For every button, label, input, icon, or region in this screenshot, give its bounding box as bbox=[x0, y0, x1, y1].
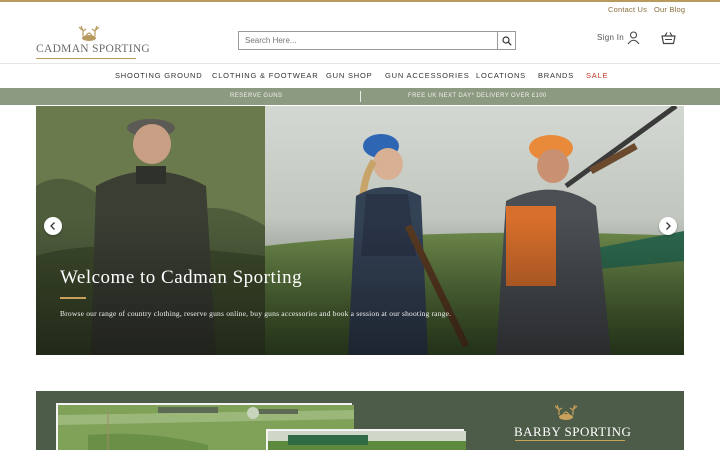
search-icon bbox=[502, 36, 512, 46]
stag-logo-icon bbox=[78, 25, 100, 41]
slider-next-button[interactable] bbox=[659, 217, 677, 235]
site-header: CADMAN SPORTING Sign In bbox=[0, 17, 720, 64]
nav-item-clothing-footwear[interactable]: CLOTHING & FOOTWEAR bbox=[212, 71, 318, 80]
slider-prev-button[interactable] bbox=[44, 217, 62, 235]
promo-reserve-guns[interactable]: RESERVE GUNS bbox=[230, 93, 282, 99]
nav-item-gun-accessories[interactable]: GUN ACCESSORIES bbox=[385, 71, 470, 80]
contact-us-link[interactable]: Contact Us bbox=[608, 5, 647, 14]
nav-item-brands[interactable]: BRANDS bbox=[538, 71, 574, 80]
barby-sporting-underline bbox=[515, 440, 625, 441]
barby-sporting-text: BARBY SPORTING bbox=[514, 424, 632, 439]
chevron-right-icon bbox=[666, 222, 671, 230]
promo-delivery: FREE UK NEXT DAY* DELIVERY OVER £100 bbox=[408, 93, 547, 99]
promo-bar: RESERVE GUNS FREE UK NEXT DAY* DELIVERY … bbox=[0, 88, 720, 105]
chevron-left-icon bbox=[50, 222, 55, 230]
hero-title-underline bbox=[60, 297, 86, 299]
our-blog-link[interactable]: Our Blog bbox=[654, 5, 685, 14]
search-button[interactable] bbox=[497, 31, 516, 50]
ground-photo bbox=[266, 429, 466, 450]
hero-title: Welcome to Cadman Sporting bbox=[60, 267, 303, 288]
user-icon[interactable] bbox=[627, 31, 640, 45]
hero-slider[interactable]: Welcome to Cadman Sporting Browse our ra… bbox=[36, 106, 684, 355]
nav-item-sale[interactable]: SALE bbox=[586, 71, 608, 80]
nav-item-locations[interactable]: LOCATIONS bbox=[476, 71, 526, 80]
logo-text: CADMAN SPORTING bbox=[36, 43, 151, 55]
stag-logo-icon bbox=[554, 404, 578, 420]
basket-icon[interactable] bbox=[661, 31, 676, 45]
promo-divider bbox=[360, 91, 361, 102]
hero-description: Browse our range of country clothing, re… bbox=[60, 309, 452, 318]
main-navigation: SHOOTING GROUND CLOTHING & FOOTWEAR GUN … bbox=[0, 65, 720, 88]
nav-item-shooting-ground[interactable]: SHOOTING GROUND bbox=[115, 71, 202, 80]
sign-in-link[interactable]: Sign In bbox=[597, 33, 624, 42]
nav-item-gun-shop[interactable]: GUN SHOP bbox=[326, 71, 372, 80]
search-input[interactable] bbox=[238, 31, 498, 50]
logo-underline bbox=[36, 58, 136, 59]
top-utility-bar: Contact Us Our Blog bbox=[0, 0, 720, 17]
site-logo[interactable]: CADMAN SPORTING bbox=[36, 22, 151, 59]
barby-sporting-logo: BARBY SPORTING bbox=[514, 401, 632, 449]
barby-sporting-banner[interactable]: BARBY SPORTING bbox=[36, 391, 684, 450]
